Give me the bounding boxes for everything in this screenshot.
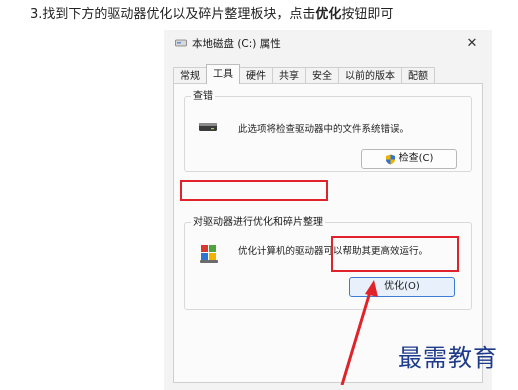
close-button[interactable]: ✕ — [462, 34, 482, 54]
close-icon: ✕ — [466, 36, 478, 51]
error-check-description: 此选项将检查驱动器中的文件系统错误。 — [238, 124, 410, 135]
instruction-suffix: 按钮即可 — [341, 7, 394, 22]
instruction-prefix: 3.找到下方的驱动器优化以及碎片整理板块，点击 — [30, 7, 316, 22]
watermark-text: 最需教育 — [398, 344, 498, 372]
check-button-label: 检查(C) — [398, 153, 434, 164]
check-button[interactable]: 检查(C) — [361, 149, 457, 169]
properties-dialog: 本地磁盘 (C:) 属性 ✕ 常规 工具 硬件 共享 安全 以前的版本 配额 查… — [164, 30, 492, 390]
optimize-title: 对驱动器进行优化和碎片整理 — [191, 216, 325, 229]
section-highlight-box — [180, 180, 328, 201]
tab-sharing[interactable]: 共享 — [272, 67, 306, 84]
shield-icon — [386, 154, 395, 165]
red-arrow — [340, 280, 378, 385]
instruction-bold: 优化 — [315, 7, 342, 22]
dialog-title: 本地磁盘 (C:) 属性 — [192, 38, 281, 50]
tab-security[interactable]: 安全 — [305, 67, 339, 84]
instruction-text: 3.找到下方的驱动器优化以及碎片整理板块，点击优化按钮即可 — [30, 6, 393, 24]
defrag-icon — [200, 245, 218, 263]
error-check-group: 查错 此选项将检查驱动器中的文件系统错误。 检查(C) — [184, 90, 472, 172]
tab-general[interactable]: 常规 — [173, 67, 207, 84]
title-bar: 本地磁盘 (C:) 属性 ✕ — [164, 30, 492, 58]
drive-icon — [175, 39, 187, 47]
drive-check-icon — [199, 123, 217, 131]
button-highlight-box — [331, 236, 459, 272]
error-check-title: 查错 — [191, 90, 215, 103]
tab-tools[interactable]: 工具 — [206, 64, 240, 84]
tab-hardware[interactable]: 硬件 — [239, 67, 273, 84]
tab-quota[interactable]: 配额 — [401, 67, 435, 84]
tab-previous-versions[interactable]: 以前的版本 — [338, 67, 402, 84]
tab-strip: 常规 工具 硬件 共享 安全 以前的版本 配额 — [173, 64, 435, 84]
